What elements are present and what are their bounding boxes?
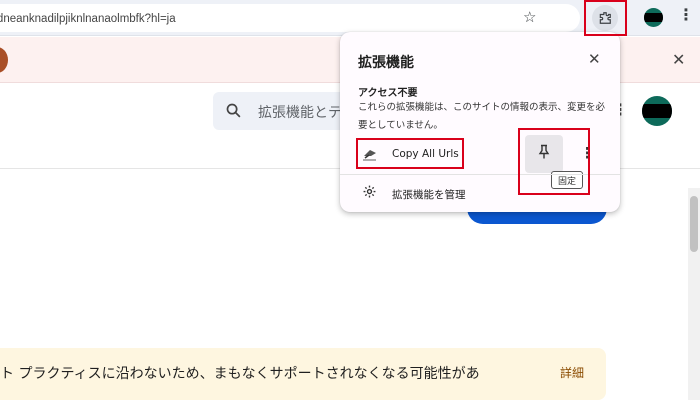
gear-icon: [362, 184, 377, 203]
section-title: アクセス不要: [358, 88, 418, 99]
details-link[interactable]: 詳細: [560, 364, 584, 381]
manage-extensions-item[interactable]: 拡張機能を管理: [358, 182, 518, 204]
address-bar[interactable]: jdmadneanknadilpjiknlnanaolmbfk?hl=ja ☆: [0, 4, 580, 32]
infobar-avatar: [0, 47, 8, 73]
warning-text: ト プラクティスに沿わないため、まもなくサポートされなくなる可能性があ: [0, 366, 480, 382]
manage-extensions-label: 拡張機能を管理: [392, 189, 466, 201]
scrollbar[interactable]: [688, 188, 700, 400]
profile-avatar[interactable]: [644, 8, 663, 27]
infobar-close-icon[interactable]: ✕: [672, 50, 685, 69]
search-placeholder: 拡張機能とテ: [258, 105, 342, 121]
browser-menu-kebab-icon[interactable]: ⋮: [678, 7, 694, 23]
page-avatar[interactable]: [642, 96, 672, 126]
popup-title: 拡張機能: [358, 55, 414, 71]
warning-banner: ト プラクティスに沿わないため、まもなくサポートされなくなる可能性があ 詳細: [0, 348, 606, 400]
search-icon: [225, 102, 242, 123]
highlight-extensions-button: [584, 0, 627, 36]
highlight-pin-button: [518, 128, 590, 195]
url-text: jdmadneanknadilpjiknlnanaolmbfk?hl=ja: [0, 13, 176, 25]
close-icon[interactable]: ✕: [588, 50, 601, 68]
highlight-extension-item: [356, 138, 464, 169]
bookmark-star-icon[interactable]: ☆: [523, 10, 536, 25]
scrollbar-thumb[interactable]: [690, 196, 698, 252]
